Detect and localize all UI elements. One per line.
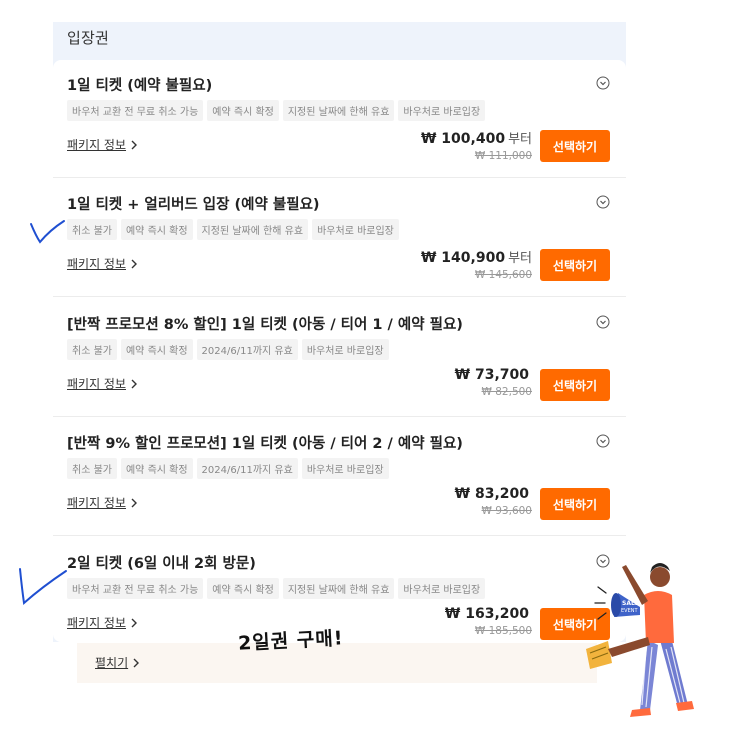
ticket-item: [반짝 9% 할인 프로모션] 1일 티켓 (아동 / 티어 2 / 예약 필요… [53, 418, 626, 536]
feature-tag: 취소 불가 [67, 339, 117, 360]
feature-tag: 지정된 날짜에 한해 유효 [282, 100, 395, 121]
feature-tags: 취소 불가 예약 즉시 확정 2024/6/11까지 유효 바우처로 바로입장 [67, 339, 389, 360]
original-price: ₩ 145,600 [474, 269, 532, 281]
price-box: ₩ 100,400 부터 ₩ 111,000 [421, 128, 532, 162]
feature-tag: 바우처로 바로입장 [301, 339, 389, 360]
feature-tag: 바우처 교환 전 무료 취소 가능 [67, 578, 204, 599]
chevron-right-icon [130, 140, 138, 150]
select-button[interactable]: 선택하기 [540, 369, 610, 401]
price-box: ₩ 163,200 ₩ 185,500 [445, 606, 532, 637]
chevron-down-circle-icon[interactable] [596, 433, 610, 448]
package-info-link[interactable]: 패키지 정보 [67, 375, 138, 392]
price-box: ₩ 140,900 부터 ₩ 145,600 [421, 247, 532, 281]
chevron-right-icon [133, 658, 140, 667]
annotation-text: 2일권 구매! [237, 627, 345, 655]
feature-tag: 2024/6/11까지 유효 [196, 339, 298, 360]
feature-tags: 취소 불가 예약 즉시 확정 지정된 날짜에 한해 유효 바우처로 바로입장 [67, 219, 399, 240]
package-info-label: 패키지 정보 [67, 496, 127, 510]
original-price: ₩ 185,500 [474, 625, 532, 637]
price: ₩ 140,900 부터 [421, 247, 532, 266]
feature-tags: 바우처 교환 전 무료 취소 가능 예약 즉시 확정 지정된 날짜에 한해 유효 바우… [67, 100, 486, 121]
megaphone-sign-subtext: EVENT [621, 608, 638, 614]
original-price: ₩ 111,000 [474, 150, 532, 162]
ticket-title: 1일 티켓 (예약 불필요) [67, 78, 213, 94]
package-info-label: 패키지 정보 [67, 616, 127, 630]
package-info-link[interactable]: 패키지 정보 [67, 136, 138, 153]
feature-tag: 취소 불가 [67, 219, 117, 240]
feature-tag: 바우처로 바로입장 [312, 219, 399, 240]
chevron-right-icon [130, 379, 138, 389]
expand-link[interactable]: 펼치기 [95, 654, 140, 671]
chevron-right-icon [130, 498, 138, 508]
feature-tag: 2024/6/11까지 유효 [196, 458, 298, 479]
price-box: ₩ 73,700 ₩ 82,500 [455, 367, 532, 398]
package-info-link[interactable]: 패키지 정보 [67, 255, 138, 272]
package-info-link[interactable]: 패키지 정보 [67, 614, 138, 631]
price: ₩ 163,200 [445, 606, 532, 622]
select-button[interactable]: 선택하기 [540, 130, 610, 162]
price-box: ₩ 83,200 ₩ 93,600 [455, 486, 532, 517]
package-info-label: 패키지 정보 [67, 257, 127, 271]
select-button[interactable]: 선택하기 [540, 249, 610, 281]
original-price: ₩ 82,500 [481, 386, 532, 398]
expand-label: 펼치기 [95, 656, 129, 670]
price-value: ₩ 140,900 [420, 250, 506, 266]
ticket-title: [반짝 9% 할인 프로모션] 1일 티켓 (아동 / 티어 2 / 예약 필요… [67, 436, 463, 452]
checkmark-annotation-icon [19, 568, 67, 605]
feature-tag: 지정된 날짜에 한해 유효 [196, 219, 309, 240]
chevron-right-icon [130, 618, 138, 628]
ticket-panel: 입장권 1일 티켓 (예약 불필요) 바우처 교환 전 무료 취소 가능 예약 즉… [53, 22, 626, 642]
feature-tag: 예약 즉시 확정 [120, 339, 193, 360]
feature-tags: 바우처 교환 전 무료 취소 가능 예약 즉시 확정 지정된 날짜에 한해 유효 바우… [67, 578, 486, 599]
price-value: ₩ 73,700 [454, 367, 529, 383]
original-price: ₩ 93,600 [481, 505, 532, 517]
price-suffix: 부터 [508, 251, 532, 266]
feature-tag: 취소 불가 [67, 458, 117, 479]
feature-tag: 예약 즉시 확정 [207, 100, 279, 121]
feature-tag: 예약 즉시 확정 [120, 219, 193, 240]
select-button[interactable]: 선택하기 [540, 488, 610, 520]
price-value: ₩ 163,200 [444, 606, 529, 622]
ticket-item: 1일 티켓 + 얼리버드 입장 (예약 불필요) 취소 불가 예약 즉시 확정 지정… [53, 179, 626, 297]
feature-tag: 바우처로 바로입장 [398, 100, 486, 121]
feature-tag: 바우처 교환 전 무료 취소 가능 [67, 100, 204, 121]
feature-tag: 바우처로 바로입장 [398, 578, 486, 599]
megaphone-sign-text: SALE [622, 600, 639, 607]
chevron-right-icon [130, 259, 138, 269]
ticket-title: 2일 티켓 (6일 이내 2회 방문) [67, 556, 256, 572]
megaphone-person-illustration: SALE EVENT [586, 563, 694, 717]
feature-tag: 예약 즉시 확정 [207, 578, 279, 599]
chevron-down-circle-icon[interactable] [596, 314, 610, 329]
package-info-link[interactable]: 패키지 정보 [67, 494, 138, 511]
package-info-label: 패키지 정보 [67, 377, 127, 391]
chevron-down-circle-icon[interactable] [596, 75, 610, 90]
ticket-title: 1일 티켓 + 얼리버드 입장 (예약 불필요) [67, 197, 320, 213]
feature-tag: 지정된 날짜에 한해 유효 [282, 578, 395, 599]
feature-tag: 바우처로 바로입장 [301, 458, 389, 479]
package-info-label: 패키지 정보 [67, 138, 127, 152]
price-suffix: 부터 [508, 132, 532, 147]
ticket-title: [반짝 프로모션 8% 할인] 1일 티켓 (아동 / 티어 1 / 예약 필요… [67, 317, 463, 333]
ticket-item: [반짝 프로모션 8% 할인] 1일 티켓 (아동 / 티어 1 / 예약 필요… [53, 299, 626, 417]
section-title: 입장권 [67, 29, 110, 47]
feature-tags: 취소 불가 예약 즉시 확정 2024/6/11까지 유효 바우처로 바로입장 [67, 458, 389, 479]
price: ₩ 73,700 [455, 367, 532, 383]
checkmark-annotation-icon [30, 220, 65, 244]
price-value: ₩ 83,200 [454, 486, 529, 502]
price: ₩ 83,200 [455, 486, 532, 502]
price-value: ₩ 100,400 [420, 131, 506, 147]
ticket-item: 1일 티켓 (예약 불필요) 바우처 교환 전 무료 취소 가능 예약 즉시 확정… [53, 60, 626, 178]
price: ₩ 100,400 부터 [421, 128, 532, 147]
ticket-list: 1일 티켓 (예약 불필요) 바우처 교환 전 무료 취소 가능 예약 즉시 확정… [53, 60, 626, 642]
feature-tag: 예약 즉시 확정 [120, 458, 193, 479]
chevron-down-circle-icon[interactable] [596, 194, 610, 209]
